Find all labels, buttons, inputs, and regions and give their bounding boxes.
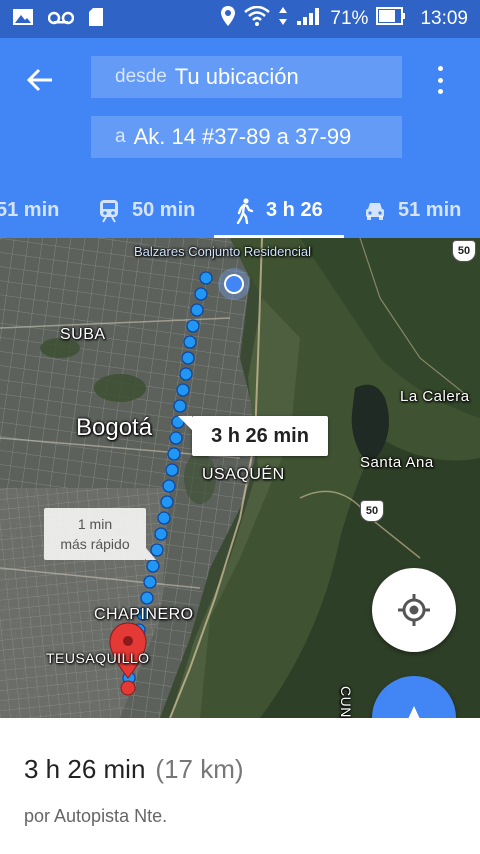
train-icon bbox=[100, 199, 118, 223]
back-button[interactable] bbox=[24, 64, 56, 96]
map-view[interactable]: Balzares Conjunto Residencial SUBA Bogot… bbox=[0, 238, 480, 718]
image-icon bbox=[12, 8, 34, 31]
map-label-santa-ana: Santa Ana bbox=[360, 454, 434, 471]
my-location-button[interactable] bbox=[372, 568, 456, 652]
more-options-button[interactable] bbox=[430, 62, 450, 98]
map-label-teusaquillo: TEUSAQUILLO bbox=[46, 650, 150, 666]
origin-field[interactable]: desde Tu ubicación bbox=[91, 56, 402, 98]
my-location-icon bbox=[398, 594, 430, 626]
walk-icon bbox=[236, 197, 254, 224]
map-label-cund: CUND bbox=[338, 686, 354, 718]
tab-label: 51 min bbox=[398, 199, 462, 221]
destination-field[interactable]: a Ak. 14 #37-89 a 37-99 bbox=[91, 116, 402, 158]
map-label-chapinero: CHAPINERO bbox=[94, 606, 194, 623]
wifi-icon bbox=[244, 5, 271, 32]
status-bar: 71% 13:09 bbox=[0, 0, 480, 38]
tab-label: 51 min bbox=[0, 199, 60, 221]
tab-label: 50 min bbox=[132, 199, 196, 221]
directions-header: desde Tu ubicación a Ak. 14 #37-89 a 37-… bbox=[0, 38, 480, 238]
destination-value: Ak. 14 #37-89 a 37-99 bbox=[133, 124, 352, 149]
tab-walk[interactable]: 3 h 26 bbox=[236, 183, 323, 238]
voicemail-icon bbox=[47, 9, 75, 30]
route-time-callout[interactable]: 3 h 26 min bbox=[178, 416, 328, 456]
origin-value: Tu ubicación bbox=[174, 64, 299, 89]
map-label-usaquen: USAQUÉN bbox=[202, 466, 285, 483]
navigation-arrow-icon bbox=[408, 706, 420, 718]
map-label-suba: SUBA bbox=[60, 326, 106, 343]
car-icon bbox=[366, 202, 384, 220]
location-icon bbox=[220, 5, 236, 33]
route-shield: 50 bbox=[360, 500, 384, 522]
travel-mode-tabs: 51 min 50 min 3 h 26 51 min bbox=[0, 183, 480, 238]
more-vert-icon bbox=[437, 66, 443, 71]
clock: 13:09 bbox=[420, 8, 468, 29]
alt-callout-line1: 1 min bbox=[77, 516, 113, 532]
tab-transit[interactable]: 50 min bbox=[98, 183, 195, 238]
alternate-route-callout[interactable]: 1 min más rápido bbox=[44, 508, 156, 560]
route-duration: 3 h 26 min bbox=[24, 754, 146, 784]
destination-prefix: a bbox=[115, 126, 126, 147]
origin-prefix: desde bbox=[115, 66, 167, 87]
tab-label: 3 h 26 bbox=[266, 199, 323, 221]
battery-percent: 71% bbox=[330, 8, 369, 29]
arrow-left-icon bbox=[26, 68, 52, 92]
sd-card-icon bbox=[88, 7, 104, 32]
map-label-la-calera: La Calera bbox=[400, 388, 470, 405]
route-shield: 50 bbox=[452, 240, 476, 262]
route-via: por Autopista Nte. bbox=[24, 806, 168, 826]
data-arrows-icon bbox=[278, 6, 288, 32]
signal-icon bbox=[296, 6, 322, 32]
route-distance: (17 km) bbox=[155, 754, 244, 784]
map-label-poi: Balzares Conjunto Residencial bbox=[134, 244, 312, 259]
tab-car[interactable]: 51 min bbox=[364, 183, 461, 238]
battery-icon bbox=[376, 7, 406, 31]
current-location-marker bbox=[218, 268, 250, 300]
alt-callout-line2: más rápido bbox=[60, 536, 130, 552]
route-summary-sheet[interactable]: 3 h 26 min (17 km) por Autopista Nte. bbox=[0, 718, 480, 854]
map-label-bogota: Bogotá bbox=[76, 414, 153, 441]
route-summary-time: 3 h 26 min (17 km) bbox=[24, 754, 244, 785]
tab-car-partial[interactable]: 51 min bbox=[0, 183, 59, 238]
